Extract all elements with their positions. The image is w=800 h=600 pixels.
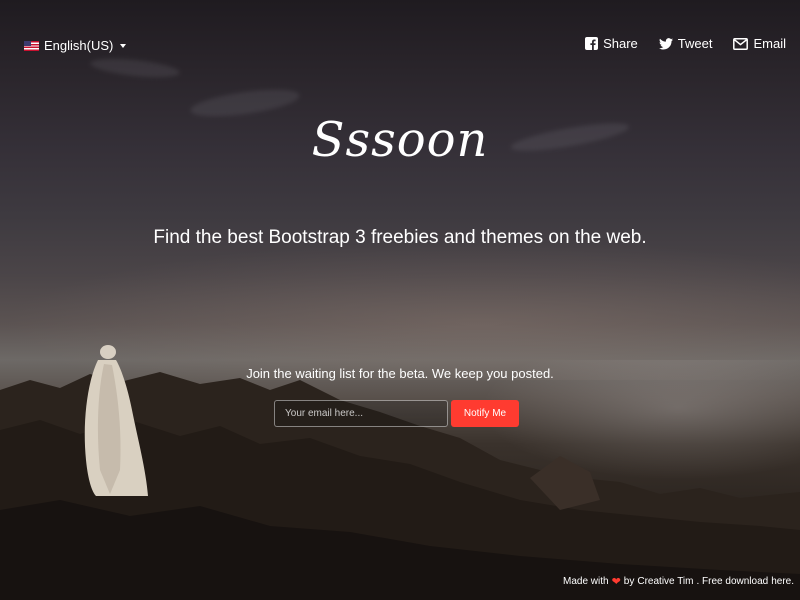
robed-figure-illustration (84, 345, 148, 496)
heart-icon: ❤ (611, 576, 621, 588)
social-links: Share Tweet Email (585, 36, 786, 51)
landing-page: English(US) Share Tweet Email Sssoon Fin… (0, 0, 800, 600)
subscribe-form: Notify Me (274, 400, 519, 427)
twitter-icon (658, 37, 673, 49)
language-label: English(US) (44, 38, 114, 53)
caret-down-icon (120, 43, 127, 48)
email-label: Email (753, 36, 786, 51)
email-link[interactable]: Email (733, 36, 786, 51)
notify-me-button[interactable]: Notify Me (451, 400, 519, 427)
author-link[interactable]: Creative Tim (637, 576, 693, 587)
share-label: Share (603, 36, 638, 51)
language-selector[interactable]: English(US) (24, 38, 127, 53)
made-with-text: Made with (563, 576, 609, 587)
email-input[interactable] (274, 400, 448, 427)
tagline: Find the best Bootstrap 3 freebies and t… (153, 227, 647, 248)
us-flag-icon (24, 40, 39, 51)
site-logo: Sssoon (311, 112, 489, 168)
footer-credits: Made with ❤ by Creative Tim. Free downlo… (563, 575, 794, 588)
share-link[interactable]: Share (585, 36, 638, 51)
download-link[interactable]: here. (771, 576, 794, 587)
envelope-icon (733, 37, 749, 50)
tweet-label: Tweet (677, 36, 713, 51)
tweet-link[interactable]: Tweet (658, 36, 713, 51)
facebook-icon (585, 37, 599, 50)
free-download-text: . Free download (696, 576, 769, 587)
by-text: by (623, 576, 635, 587)
subscribe-text: Join the waiting list for the beta. We k… (246, 366, 554, 381)
